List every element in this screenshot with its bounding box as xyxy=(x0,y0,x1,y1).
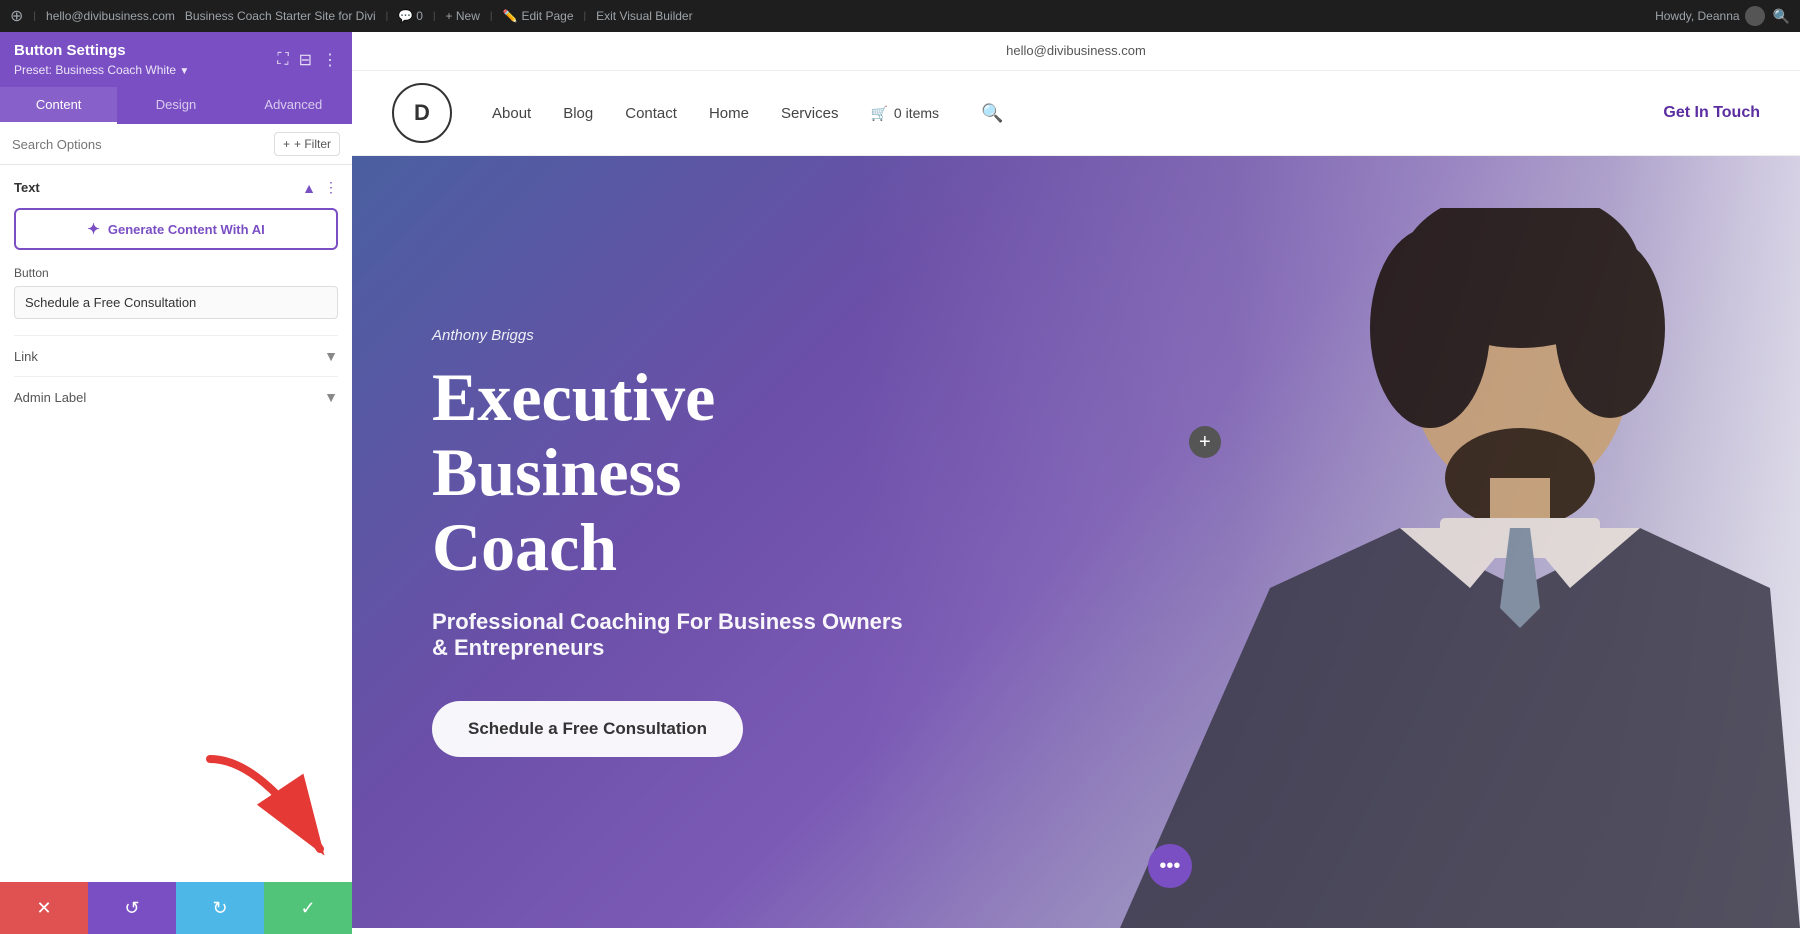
pencil-icon: ✏️ xyxy=(503,9,518,23)
admin-label-chevron-down-icon: ▼ xyxy=(324,389,338,405)
text-section-header: Text ▲ ⋮ xyxy=(14,179,338,196)
nav-cta-button[interactable]: Get In Touch xyxy=(1663,104,1760,122)
close-button[interactable]: ✕ xyxy=(0,882,88,934)
exit-visual-builder-button[interactable]: Exit Visual Builder xyxy=(596,9,693,23)
wp-admin-bar: ⊕ | hello@divibusiness.com Business Coac… xyxy=(0,0,1800,32)
admin-label-title: Admin Label xyxy=(14,390,86,405)
cart-icon: 🛒 xyxy=(870,105,887,122)
button-field-label: Button xyxy=(14,266,338,280)
panel-title: Button Settings xyxy=(14,42,189,59)
generate-ai-button[interactable]: ✦ Generate Content With AI xyxy=(14,208,338,250)
hero-add-module-button[interactable]: + xyxy=(1189,426,1221,458)
panel-content: Text ▲ ⋮ ✦ Generate Content With AI Butt… xyxy=(0,165,352,883)
preset-label: Preset: Business Coach White xyxy=(14,63,176,77)
tab-content[interactable]: Content xyxy=(0,87,117,124)
hero-section: Anthony Briggs Executive Business Coach … xyxy=(352,156,1800,928)
link-chevron-down-icon: ▼ xyxy=(324,348,338,364)
nav-cart[interactable]: 🛒 0 items xyxy=(870,105,939,122)
columns-icon[interactable]: ⊟ xyxy=(299,50,312,70)
search-input[interactable] xyxy=(12,137,268,152)
link-section: Link ▼ xyxy=(14,335,338,376)
more-options-button[interactable]: ••• xyxy=(1148,844,1192,888)
site-navigation: D About Blog Contact Home Services 🛒 0 i… xyxy=(352,71,1800,156)
save-button[interactable]: ✓ xyxy=(264,882,352,934)
hero-subtitle: Professional Coaching For Business Owner… xyxy=(432,609,922,661)
hero-cta-button[interactable]: Schedule a Free Consultation xyxy=(432,701,743,757)
button-field-group: Button xyxy=(14,266,338,319)
bottom-toolbar: ✕ ↺ ↻ ✓ xyxy=(0,882,352,934)
filter-button[interactable]: + + Filter xyxy=(274,132,340,156)
plus-icon: + xyxy=(1199,431,1211,454)
wordpress-icon[interactable]: ⊕ xyxy=(10,6,23,26)
admin-search-icon[interactable]: 🔍 xyxy=(1773,8,1790,25)
redo-button[interactable]: ↻ xyxy=(176,882,264,934)
ai-icon: ✦ xyxy=(87,220,100,238)
left-panel: Button Settings Preset: Business Coach W… xyxy=(0,32,352,934)
email-bar: hello@divibusiness.com xyxy=(352,32,1800,71)
link-section-toggle[interactable]: Link ▼ xyxy=(14,348,338,364)
main-site: hello@divibusiness.com D About Blog Cont… xyxy=(352,32,1800,934)
checkmark-icon: ✓ xyxy=(300,898,315,919)
admin-label-section: Admin Label ▼ xyxy=(14,376,338,417)
tab-design[interactable]: Design xyxy=(117,87,234,124)
undo-icon: ↺ xyxy=(124,898,139,919)
plus-icon: + xyxy=(283,137,290,151)
admin-label-section-toggle[interactable]: Admin Label ▼ xyxy=(14,389,338,405)
tab-advanced[interactable]: Advanced xyxy=(235,87,352,124)
nav-about[interactable]: About xyxy=(492,105,531,122)
howdy-greeting: Howdy, Deanna xyxy=(1655,6,1765,26)
nav-contact[interactable]: Contact xyxy=(625,105,677,122)
comments-link[interactable]: 💬 0 xyxy=(398,9,423,23)
new-button[interactable]: + New xyxy=(446,9,480,23)
site-title: Business Coach Starter Site for Divi xyxy=(185,9,376,23)
panel-header: Button Settings Preset: Business Coach W… xyxy=(0,32,352,87)
text-section-title: Text xyxy=(14,180,40,195)
edit-page-button[interactable]: ✏️ Edit Page xyxy=(503,9,574,23)
text-section-toggle[interactable]: ▲ ⋮ xyxy=(302,179,338,196)
hero-content: Anthony Briggs Executive Business Coach … xyxy=(352,267,1002,816)
link-section-title: Link xyxy=(14,349,38,364)
hero-title: Executive Business Coach xyxy=(432,360,922,584)
nav-links: About Blog Contact Home Services 🛒 0 ite… xyxy=(492,103,1663,124)
site-name: hello@divibusiness.com xyxy=(46,9,175,23)
hero-author: Anthony Briggs xyxy=(432,327,922,344)
nav-search-icon[interactable]: 🔍 xyxy=(981,103,1003,124)
nav-services[interactable]: Services xyxy=(781,105,839,122)
more-options-icon[interactable]: ⋮ xyxy=(322,50,338,70)
nav-blog[interactable]: Blog xyxy=(563,105,593,122)
avatar xyxy=(1745,6,1765,26)
undo-button[interactable]: ↺ xyxy=(88,882,176,934)
more-section-icon: ⋮ xyxy=(324,179,338,196)
dots-icon: ••• xyxy=(1159,855,1180,878)
chevron-down-icon: ▼ xyxy=(179,66,189,77)
nav-home[interactable]: Home xyxy=(709,105,749,122)
panel-search-bar: + + Filter xyxy=(0,124,352,165)
close-icon: ✕ xyxy=(36,898,51,919)
button-text-input[interactable] xyxy=(14,286,338,319)
panel-preset: Preset: Business Coach White ▼ xyxy=(14,59,189,77)
site-logo[interactable]: D xyxy=(392,83,452,143)
comment-icon: 💬 xyxy=(398,9,413,23)
email-link[interactable]: hello@divibusiness.com xyxy=(1006,43,1146,58)
chevron-up-icon: ▲ xyxy=(302,180,316,196)
fullscreen-icon[interactable]: ⛶ xyxy=(277,51,288,69)
redo-icon: ↻ xyxy=(212,898,227,919)
panel-tabs: Content Design Advanced xyxy=(0,87,352,124)
